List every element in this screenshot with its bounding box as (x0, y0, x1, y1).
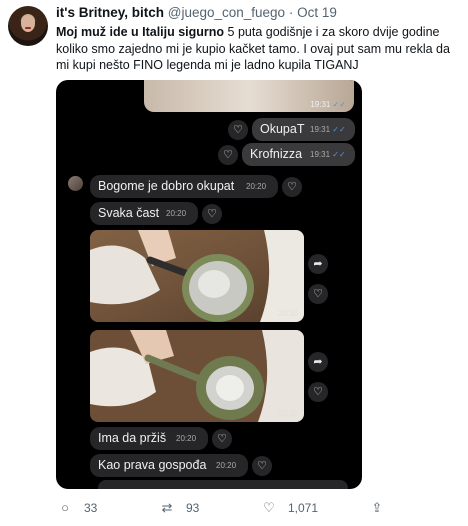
message-bubble: OkupaT 19:31 ✓✓ (252, 118, 355, 141)
message-time: 20:20 (216, 461, 237, 470)
message-bubble: Krofnizza 19:31 ✓✓ (242, 143, 355, 166)
message-time: 20:20 (246, 182, 267, 191)
tweet-actions: ○ 33 ⇄ 93 ♡ 1,071 ⇪ (56, 498, 456, 518)
message-time: 20:20 (176, 434, 197, 443)
message-time: 19:31 ✓✓ (310, 125, 346, 134)
message-text: Krofnizza (250, 147, 303, 161)
reply-icon: ○ (61, 500, 69, 515)
avatar-face (21, 15, 35, 32)
author-handle[interactable]: @juego_con_fuego (168, 5, 285, 20)
message-text: OkupaT (260, 122, 305, 136)
like-icon: ♡ (263, 500, 275, 515)
tweet-text-bold: Moj muž ide u Italiju sigurno (56, 25, 225, 39)
tweet: it's Britney, bitch @juego_con_fuego · O… (0, 0, 468, 526)
reply-count: 33 (84, 501, 98, 515)
read-check-icon: ✓✓ (332, 125, 346, 134)
read-check-icon: ✓✓ (332, 150, 346, 159)
message-time: 19:31 ✓✓ (310, 150, 346, 159)
chat-photo[interactable]: 20:20 (90, 230, 304, 322)
message-bubble: Bogome je dobro okupat 20:20 (90, 175, 278, 198)
frying-pan-photo (90, 230, 304, 322)
reply-action[interactable]: ○ 33 (56, 498, 97, 518)
photo-time: 20:20 (277, 309, 298, 318)
author-avatar[interactable] (8, 6, 48, 46)
share-icon[interactable]: ➦ (308, 352, 328, 372)
previous-photo-time: 19:31 ✓✓ (310, 100, 346, 109)
heart-icon[interactable]: ♡ (252, 456, 272, 476)
tweet-header: it's Britney, bitch @juego_con_fuego · O… (56, 5, 337, 20)
upload-icon: ⇪ (371, 500, 383, 515)
heart-icon[interactable]: ♡ (308, 382, 328, 402)
frying-pan-photo (90, 330, 304, 422)
chat-photo[interactable]: 20:20 (90, 330, 304, 422)
message-text: Bogome je dobro okupat (98, 179, 235, 193)
chat-screenshot[interactable]: 19:31 ✓✓ ♡ OkupaT 19:31 ✓✓ ♡ Krofnizza 1… (56, 80, 362, 489)
heart-icon[interactable]: ♡ (202, 204, 222, 224)
message-bubble: Svaka čast 20:20 (90, 202, 198, 225)
message-bubble: Ima da pržiš 20:20 (90, 427, 208, 450)
message-text: Ima da pržiš (98, 431, 167, 445)
photo-time: 20:20 (277, 409, 298, 418)
retweet-icon: ⇄ (161, 500, 173, 515)
like-count: 1,071 (288, 501, 319, 515)
heart-icon[interactable]: ♡ (212, 429, 232, 449)
heart-icon[interactable]: ♡ (308, 284, 328, 304)
author-name[interactable]: it's Britney, bitch (56, 5, 164, 20)
retweet-action[interactable]: ⇄ 93 (158, 498, 200, 518)
header-separator: · (288, 5, 294, 20)
tweet-date[interactable]: Oct 19 (297, 5, 337, 20)
tweet-text: Moj muž ide u Italiju sigurno 5 puta god… (56, 24, 456, 74)
next-message-remnant (98, 480, 348, 489)
avatar-lips (25, 27, 31, 29)
previous-photo-remnant: 19:31 ✓✓ (144, 80, 354, 112)
share-icon[interactable]: ➦ (308, 254, 328, 274)
message-bubble: Kao prava gospođa 20:20 (90, 454, 248, 477)
contact-avatar[interactable] (68, 176, 83, 191)
retweet-count: 93 (186, 501, 200, 515)
like-action[interactable]: ♡ 1,071 (260, 498, 318, 518)
heart-icon[interactable]: ♡ (282, 177, 302, 197)
heart-icon[interactable]: ♡ (228, 120, 248, 140)
heart-icon[interactable]: ♡ (218, 145, 238, 165)
share-action[interactable]: ⇪ (368, 498, 386, 518)
message-time: 20:20 (166, 209, 187, 218)
message-text: Svaka čast (98, 206, 160, 220)
message-text: Kao prava gospođa (98, 458, 207, 472)
